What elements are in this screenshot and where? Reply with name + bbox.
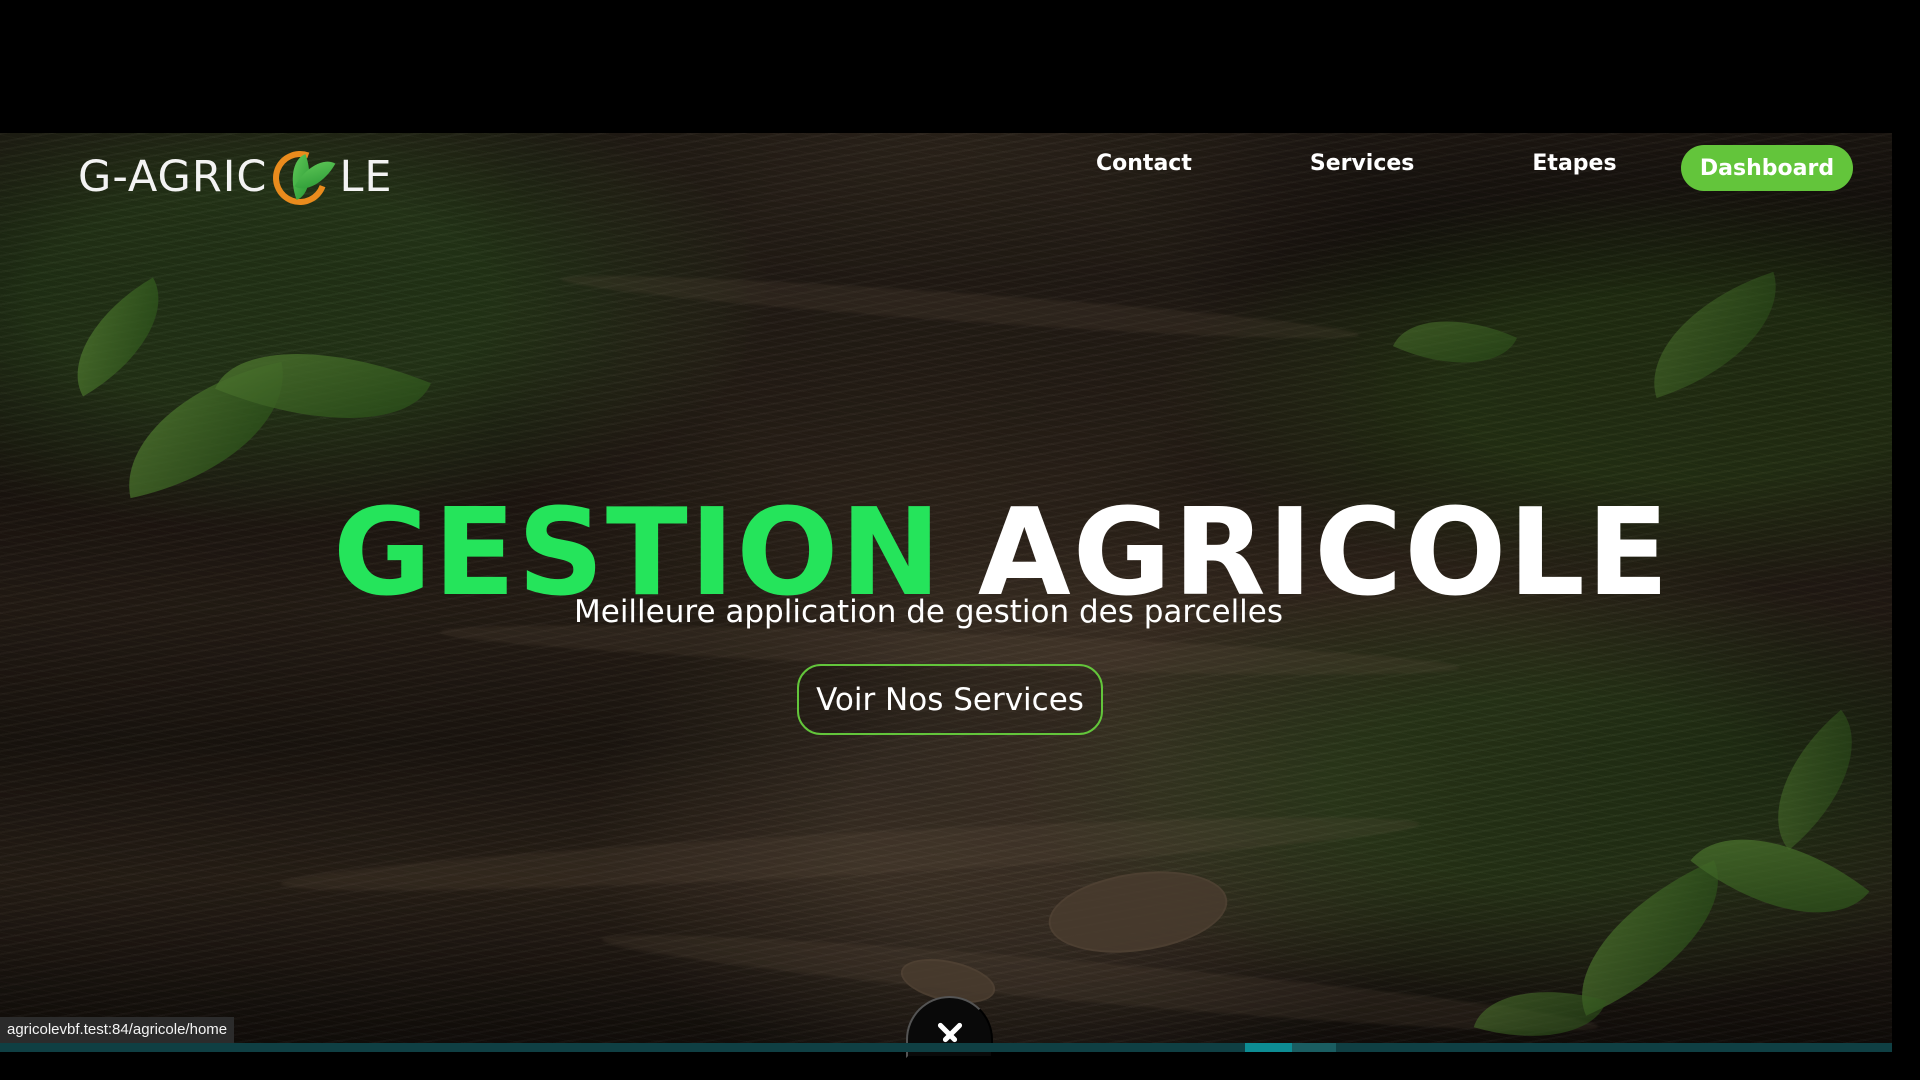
bottom-progress-bar [0,1043,1892,1052]
main-navigation: Contact Services Etapes [1096,151,1617,176]
nav-link-services[interactable]: Services [1310,151,1415,176]
brand-logo[interactable]: G-AGRIC LE [78,142,393,214]
bottom-progress-accent [1245,1043,1292,1052]
bottom-progress-accent-secondary [1292,1043,1336,1052]
nav-link-etapes[interactable]: Etapes [1532,151,1616,176]
view-services-button[interactable]: Voir Nos Services [797,664,1103,735]
brand-text-right: LE [339,152,393,202]
hero-subtitle: Meilleure application de gestion des par… [574,594,1284,630]
content-layer: G-AGRIC LE Contact Services Etapes Dashb… [0,0,1920,1080]
dashboard-button[interactable]: Dashboard [1681,145,1853,191]
status-url: agricolevbf.test:84/agricole/home [0,1017,235,1043]
nav-link-contact[interactable]: Contact [1096,151,1192,176]
agriculture-logo-icon [264,142,337,214]
page: G-AGRIC LE Contact Services Etapes Dashb… [0,0,1920,1080]
brand-text-left: G-AGRIC [78,152,268,202]
